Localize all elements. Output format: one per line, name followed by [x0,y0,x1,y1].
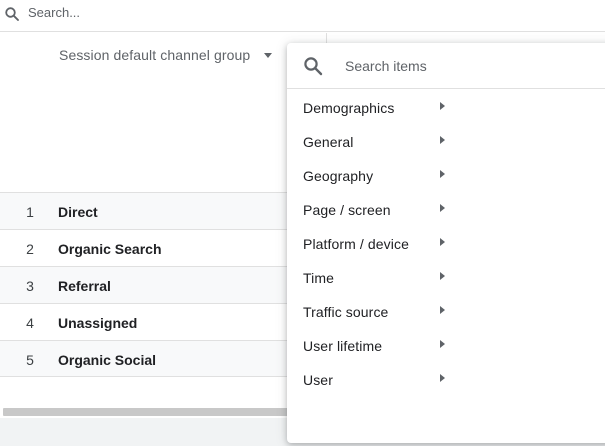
chevron-right-icon [440,238,445,246]
menu-item-label: Geography [303,168,374,184]
top-search-placeholder: Search... [28,5,81,20]
row-index: 3 [26,278,34,294]
chevron-right-icon [440,306,445,314]
menu-item-page-screen[interactable]: Page / screen [287,192,605,226]
scrollbar-thumb[interactable] [3,408,333,416]
search-items-input[interactable] [345,54,585,78]
row-index: 4 [26,315,34,331]
menu-item-label: User [303,372,333,388]
row-name: Organic Social [58,352,157,368]
row-name: Referral [58,278,111,294]
menu-item-geography[interactable]: Geography [287,158,605,192]
dropdown-list: Demographics General Geography Page / sc… [287,90,605,396]
chevron-right-icon [440,374,445,382]
chevron-right-icon [440,136,445,144]
menu-item-label: Time [303,270,334,286]
menu-item-user-lifetime[interactable]: User lifetime [287,328,605,362]
search-icon [304,57,323,76]
top-search-bar[interactable]: Search... [0,0,605,32]
chevron-right-icon [440,272,445,280]
menu-item-time[interactable]: Time [287,260,605,294]
menu-item-label: Page / screen [303,202,391,218]
menu-item-user[interactable]: User [287,362,605,396]
search-icon [5,7,19,21]
row-index: 2 [26,241,34,257]
chevron-right-icon [440,170,445,178]
menu-item-traffic-source[interactable]: Traffic source [287,294,605,328]
menu-item-label: Demographics [303,100,395,116]
menu-item-general[interactable]: General [287,124,605,158]
caret-down-icon[interactable] [264,53,272,58]
menu-item-label: Platform / device [303,236,409,252]
menu-item-platform-device[interactable]: Platform / device [287,226,605,260]
dimension-dropdown: Demographics General Geography Page / sc… [287,43,605,443]
menu-item-label: General [303,134,354,150]
row-index: 5 [26,352,34,368]
chevron-right-icon [440,102,445,110]
row-index: 1 [26,204,34,220]
menu-item-label: User lifetime [303,338,383,354]
row-name: Unassigned [58,315,138,331]
chevron-right-icon [440,340,445,348]
menu-item-demographics[interactable]: Demographics [287,90,605,124]
dimension-label[interactable]: Session default channel group [59,47,250,63]
dropdown-search [287,43,605,89]
chevron-right-icon [440,204,445,212]
row-name: Direct [58,204,98,220]
menu-item-label: Traffic source [303,304,389,320]
row-name: Organic Search [58,241,162,257]
